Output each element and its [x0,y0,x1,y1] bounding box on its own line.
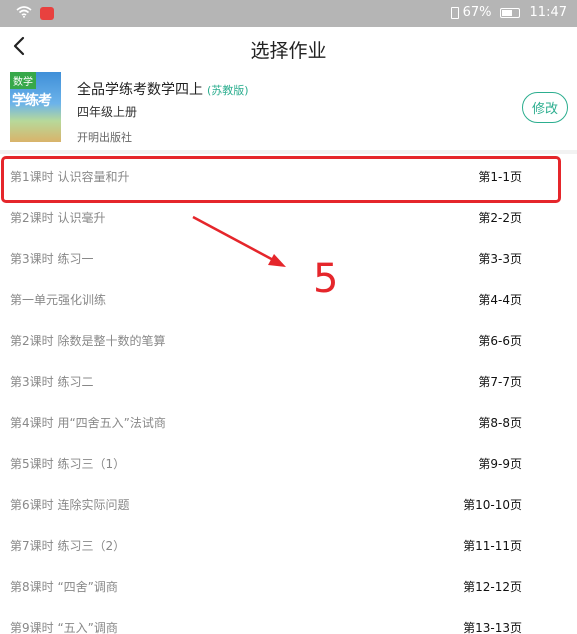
cover-title: 学练考 [12,93,52,109]
lesson-row[interactable]: 第3课时 练习一 第3-3页 [0,237,577,277]
lesson-title: 第7课时 练习三（2） [10,539,126,553]
lesson-pages: 第8-8页 [478,416,522,430]
book-cover: 数学 学练考 [10,72,61,142]
lesson-row[interactable]: 第一单元强化训练 第4-4页 [0,278,577,318]
lesson-pages: 第6-6页 [478,334,522,348]
lesson-row[interactable]: 第2课时 除数是整十数的笔算 第6-6页 [0,319,577,359]
modify-button[interactable]: 修改 [522,92,568,123]
lesson-row[interactable]: 第8课时 “四舍”调商 第12-12页 [0,565,577,605]
lesson-pages: 第12-12页 [463,580,522,594]
lesson-title: 第5课时 练习三（1） [10,457,126,471]
book-publisher: 开明出版社 [77,131,132,144]
page-title: 选择作业 [250,40,327,62]
battery-percent: 67% [462,5,492,20]
lesson-row[interactable]: 第7课时 练习三（2） 第11-11页 [0,524,577,564]
book-grade: 四年级上册 [77,105,138,119]
vibrate-icon [450,6,459,19]
navigation-bar: 选择作业 [0,27,577,67]
lesson-row[interactable]: 第6课时 连除实际问题 第10-10页 [0,483,577,523]
lesson-pages: 第4-4页 [478,293,522,307]
lesson-pages: 第10-10页 [463,498,522,512]
lesson-title: 第2课时 除数是整十数的笔算 [10,334,166,348]
book-title: 全品学练考数学四上 (苏教版) [77,79,249,99]
wifi-icon [16,5,32,22]
lesson-title: 第3课时 练习二 [10,375,94,389]
lesson-title: 第9课时 “五入”调商 [10,621,118,634]
lesson-title: 第6课时 连除实际问题 [10,498,130,512]
lesson-pages: 第3-3页 [478,252,522,266]
annotation-number: 5 [313,256,339,302]
lesson-title: 第8课时 “四舍”调商 [10,580,118,594]
section-divider [0,150,577,154]
status-bar: 67% 11:47 [0,0,577,27]
lesson-title: 第4课时 用“四舍五入”法试商 [10,416,166,430]
book-edition: (苏教版) [207,84,249,97]
lesson-pages: 第11-11页 [463,539,522,553]
lesson-row[interactable]: 第4课时 用“四舍五入”法试商 第8-8页 [0,401,577,441]
book-info-card: 数学 学练考 全品学练考数学四上 (苏教版) 四年级上册 开明出版社 修改 [0,67,577,150]
lesson-row[interactable]: 第3课时 练习二 第7-7页 [0,360,577,400]
lesson-pages: 第9-9页 [478,457,522,471]
lesson-row[interactable]: 第9课时 “五入”调商 第13-13页 [0,606,577,634]
cover-subject-tag: 数学 [10,72,36,89]
book-title-text: 全品学练考数学四上 [77,82,203,98]
lesson-row[interactable]: 第5课时 练习三（1） 第9-9页 [0,442,577,482]
lesson-pages: 第7-7页 [478,375,522,389]
clock-time: 11:47 [529,5,567,20]
lesson-title: 第一单元强化训练 [10,293,107,307]
app-notification-icon [40,7,54,20]
lesson-pages: 第2-2页 [478,211,522,225]
battery-icon [499,7,520,18]
lesson-title: 第3课时 练习一 [10,252,94,266]
lesson-title: 第2课时 认识毫升 [10,211,106,225]
lesson-pages: 第13-13页 [463,621,522,634]
highlight-box [1,156,561,203]
